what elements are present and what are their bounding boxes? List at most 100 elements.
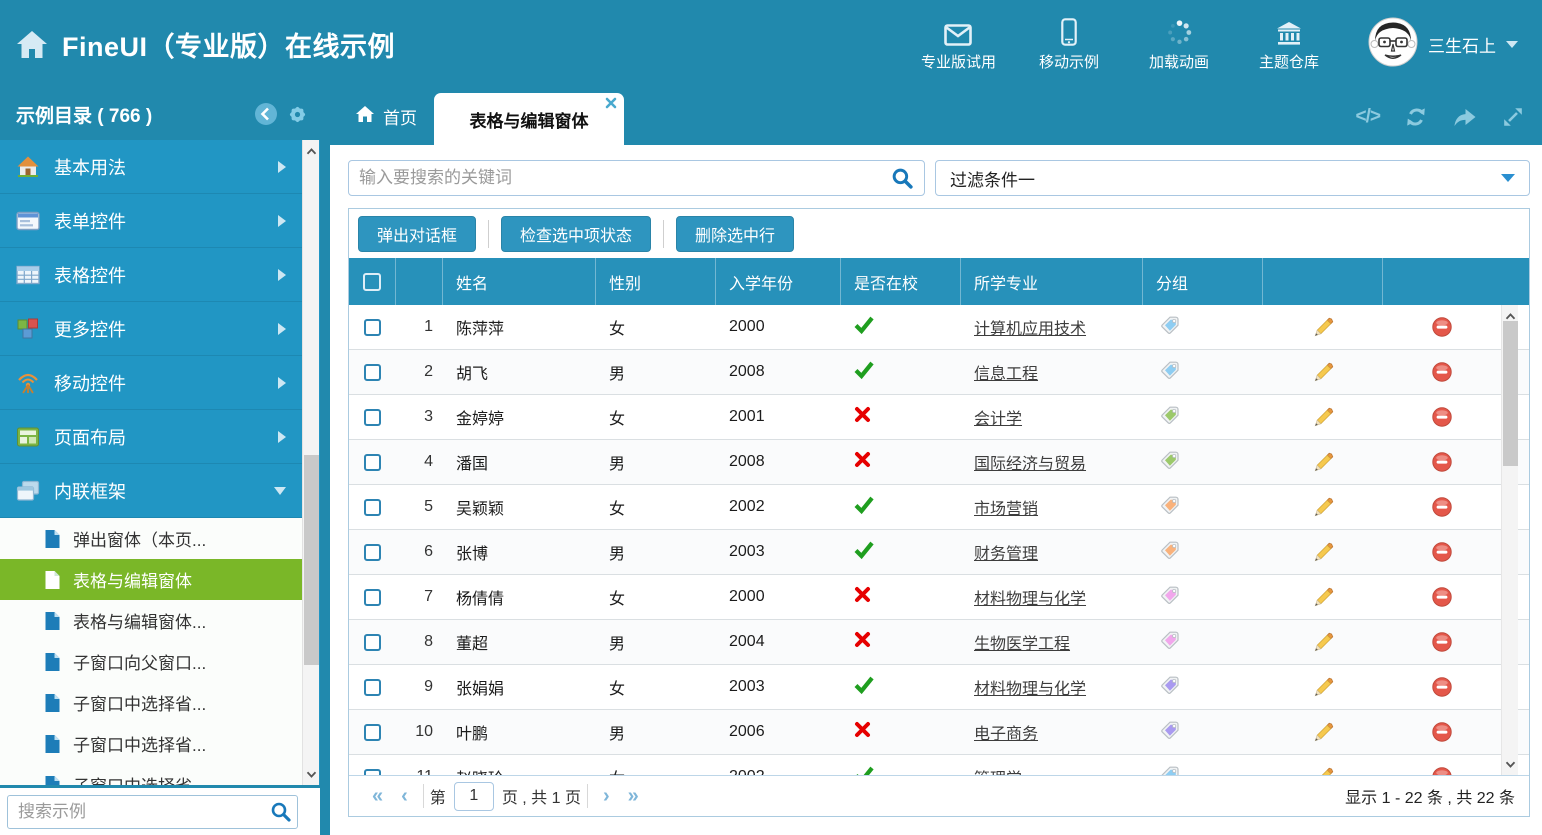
major-link[interactable]: 电子商务 — [974, 720, 1038, 744]
row-checkbox[interactable] — [364, 364, 381, 381]
scrollbar-thumb[interactable] — [304, 455, 319, 665]
source-code-icon[interactable]: </> — [1356, 106, 1380, 128]
sidebar-scrollbar[interactable] — [302, 140, 319, 785]
share-icon[interactable] — [1452, 106, 1478, 128]
delete-row-icon[interactable] — [1431, 406, 1453, 428]
tab-home[interactable]: 首页 — [344, 88, 429, 145]
major-link[interactable]: 会计学 — [974, 405, 1022, 429]
major-link[interactable]: 财务管理 — [974, 540, 1038, 564]
row-checkbox[interactable] — [364, 679, 381, 696]
row-checkbox[interactable] — [364, 409, 381, 426]
sidebar-search-input[interactable] — [7, 795, 298, 829]
refresh-icon[interactable] — [1404, 105, 1428, 129]
edit-pencil-icon[interactable] — [1312, 676, 1335, 699]
next-page-button[interactable]: › — [594, 785, 619, 808]
scroll-down-icon[interactable] — [1502, 755, 1519, 773]
search-icon[interactable] — [270, 801, 292, 823]
page-number-input[interactable] — [454, 782, 494, 811]
sidebar-group-basic[interactable]: 基本用法 — [0, 140, 302, 194]
table-row[interactable]: 10叶鹏男2006电子商务 — [349, 710, 1529, 755]
row-checkbox[interactable] — [364, 724, 381, 741]
major-link[interactable]: 信息工程 — [974, 360, 1038, 384]
row-checkbox[interactable] — [364, 544, 381, 561]
header-action-mobile[interactable]: 移动示例 — [1032, 16, 1106, 72]
user-menu[interactable]: 三生石上 — [1368, 17, 1518, 72]
header-action-theme[interactable]: 主题仓库 — [1252, 16, 1326, 72]
table-row[interactable]: 3金婷婷女2001会计学 — [349, 395, 1529, 440]
table-row[interactable]: 11赵晓玲女2002管理学 — [349, 755, 1529, 775]
sidebar-group-layout[interactable]: 页面布局 — [0, 410, 302, 464]
filter-dropdown[interactable]: 过滤条件一 — [935, 160, 1530, 196]
edit-pencil-icon[interactable] — [1312, 766, 1335, 776]
table-row[interactable]: 2胡飞男2008信息工程 — [349, 350, 1529, 395]
scroll-up-icon[interactable] — [303, 142, 320, 160]
select-all-checkbox[interactable] — [363, 273, 381, 291]
edit-pencil-icon[interactable] — [1312, 586, 1335, 609]
check-selection-button[interactable]: 检查选中项状态 — [501, 216, 651, 252]
edit-pencil-icon[interactable] — [1312, 406, 1335, 429]
delete-row-icon[interactable] — [1431, 541, 1453, 563]
sidebar-item[interactable]: 表格与编辑窗体... — [0, 600, 302, 641]
table-row[interactable]: 1陈萍萍女2000计算机应用技术 — [349, 305, 1529, 350]
header-action-loading[interactable]: 加载动画 — [1142, 16, 1216, 72]
edit-pencil-icon[interactable] — [1312, 496, 1335, 519]
avatar[interactable] — [1368, 17, 1418, 72]
sidebar-item[interactable]: 子窗口中选择省 — [0, 764, 302, 785]
delete-row-icon[interactable] — [1431, 586, 1453, 608]
row-checkbox[interactable] — [364, 499, 381, 516]
header-action-trial[interactable]: 专业版试用 — [921, 16, 996, 72]
edit-pencil-icon[interactable] — [1312, 451, 1335, 474]
major-link[interactable]: 计算机应用技术 — [974, 315, 1086, 339]
edit-pencil-icon[interactable] — [1312, 316, 1335, 339]
collapse-sidebar-icon[interactable] — [254, 102, 278, 126]
keyword-search-input[interactable] — [359, 161, 891, 195]
table-scrollbar[interactable] — [1501, 305, 1518, 775]
sidebar-group-mobile[interactable]: 移动控件 — [0, 356, 302, 410]
delete-row-icon[interactable] — [1431, 631, 1453, 653]
sidebar-group-form[interactable]: 表单控件 — [0, 194, 302, 248]
row-checkbox[interactable] — [364, 319, 381, 336]
sidebar-item[interactable]: 子窗口向父窗口... — [0, 641, 302, 682]
major-link[interactable]: 材料物理与化学 — [974, 585, 1086, 609]
sidebar-item[interactable]: 子窗口中选择省... — [0, 723, 302, 764]
first-page-button[interactable]: « — [363, 785, 392, 808]
major-link[interactable]: 生物医学工程 — [974, 630, 1070, 654]
major-link[interactable]: 管理学 — [974, 765, 1022, 775]
sidebar-group-more[interactable]: 更多控件 — [0, 302, 302, 356]
sidebar-group-grid[interactable]: 表格控件 — [0, 248, 302, 302]
row-checkbox[interactable] — [364, 454, 381, 471]
row-checkbox[interactable] — [364, 634, 381, 651]
delete-row-icon[interactable] — [1431, 451, 1453, 473]
table-row[interactable]: 8董超男2004生物医学工程 — [349, 620, 1529, 665]
gear-icon[interactable] — [287, 104, 308, 125]
last-page-button[interactable]: » — [619, 785, 648, 808]
prev-page-button[interactable]: ‹ — [392, 785, 417, 808]
major-link[interactable]: 市场营销 — [974, 495, 1038, 519]
delete-row-icon[interactable] — [1431, 766, 1453, 775]
scroll-down-icon[interactable] — [303, 765, 320, 783]
table-row[interactable]: 9张娟娟女2003材料物理与化学 — [349, 665, 1529, 710]
table-row[interactable]: 5吴颖颖女2002市场营销 — [349, 485, 1529, 530]
delete-row-icon[interactable] — [1431, 496, 1453, 518]
major-link[interactable]: 国际经济与贸易 — [974, 450, 1086, 474]
tab-active[interactable]: 表格与编辑窗体 — [434, 93, 624, 145]
delete-row-icon[interactable] — [1431, 361, 1453, 383]
search-icon[interactable] — [891, 167, 914, 190]
fullscreen-icon[interactable] — [1502, 106, 1524, 128]
table-row[interactable]: 7杨倩倩女2000材料物理与化学 — [349, 575, 1529, 620]
sidebar-item[interactable]: 弹出窗体（本页... — [0, 518, 302, 559]
edit-pencil-icon[interactable] — [1312, 721, 1335, 744]
table-row[interactable]: 4潘国男2008国际经济与贸易 — [349, 440, 1529, 485]
edit-pencil-icon[interactable] — [1312, 631, 1335, 654]
close-icon[interactable] — [605, 97, 617, 109]
row-checkbox[interactable] — [364, 589, 381, 606]
scrollbar-thumb[interactable] — [1503, 321, 1518, 466]
delete-row-icon[interactable] — [1431, 721, 1453, 743]
table-row[interactable]: 6张博男2003财务管理 — [349, 530, 1529, 575]
major-link[interactable]: 材料物理与化学 — [974, 675, 1086, 699]
edit-pencil-icon[interactable] — [1312, 361, 1335, 384]
delete-row-icon[interactable] — [1431, 316, 1453, 338]
delete-row-icon[interactable] — [1431, 676, 1453, 698]
delete-rows-button[interactable]: 删除选中行 — [676, 216, 794, 252]
popup-dialog-button[interactable]: 弹出对话框 — [358, 216, 476, 252]
